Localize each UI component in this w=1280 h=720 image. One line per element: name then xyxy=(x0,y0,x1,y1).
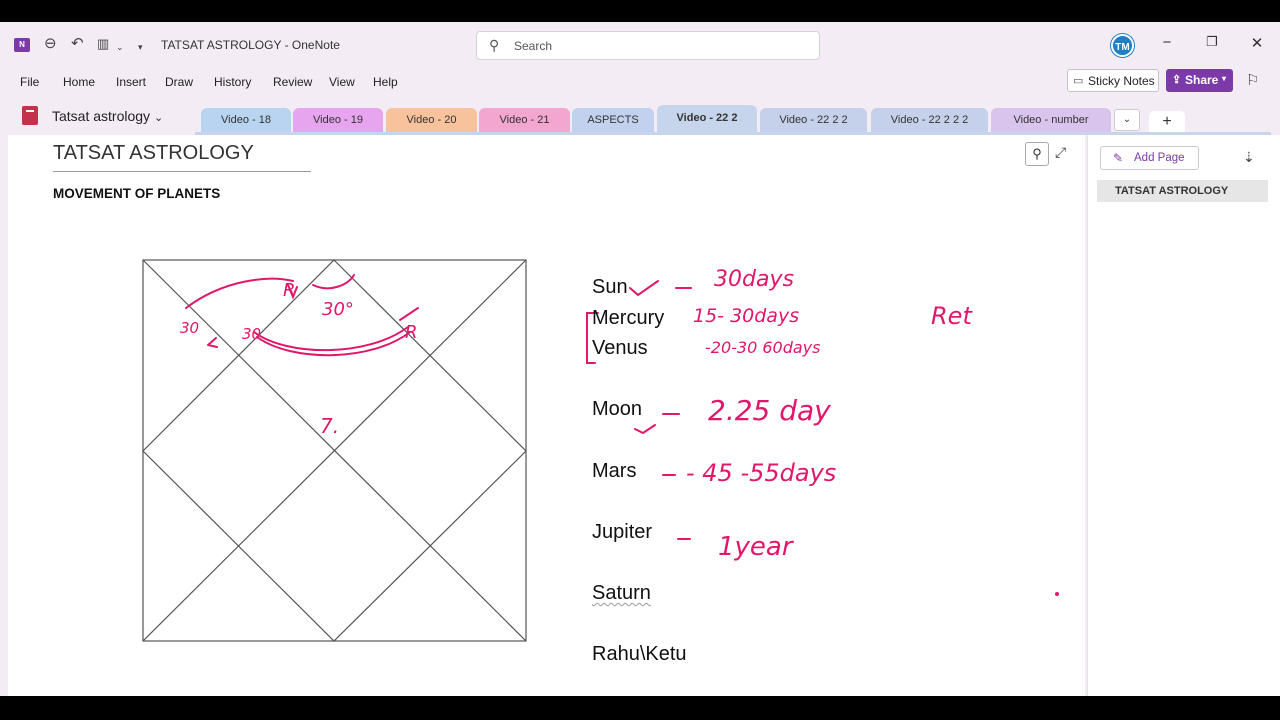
menu-help[interactable]: Help xyxy=(373,75,398,89)
section-tab-aspects[interactable]: ASPECTS xyxy=(572,108,654,132)
section-tab-video-21[interactable]: Video - 21 xyxy=(479,108,570,132)
ink-arc-top xyxy=(185,277,294,309)
menu-history[interactable]: History xyxy=(214,75,251,89)
section-list-dropdown-icon[interactable]: ⌄ xyxy=(1114,109,1140,131)
ink-tick-right xyxy=(399,307,419,321)
add-page-label: Add Page xyxy=(1134,152,1185,164)
add-section-button[interactable]: + xyxy=(1149,111,1185,133)
ink-dot xyxy=(1055,592,1059,596)
ink-chart-deg-1: 30 xyxy=(180,319,199,337)
page-canvas[interactable]: TATSAT ASTROLOGY MOVEMENT OF PLANETS ⚲ ⤢ xyxy=(8,135,1085,696)
share-label: Share xyxy=(1185,73,1219,87)
undo-icon[interactable]: ↶ xyxy=(71,34,84,54)
ink-venus-days: -20-30 60days xyxy=(705,338,820,357)
sticky-notes-label: Sticky Notes xyxy=(1088,74,1155,88)
sticky-note-icon: ▭ xyxy=(1073,75,1084,87)
ink-chart-r1: R xyxy=(283,280,296,301)
menu-draw[interactable]: Draw xyxy=(165,75,193,89)
pages-pane: ✎ Add Page ⇣ TATSAT ASTROLOGY xyxy=(1087,135,1280,696)
ink-check-moon xyxy=(634,424,656,435)
back-icon[interactable]: ⊖ xyxy=(44,34,57,54)
window-title: TATSAT ASTROLOGY - OneNote xyxy=(161,38,340,52)
planet-jupiter[interactable]: Jupiter xyxy=(592,521,652,544)
section-tab-video-22-2[interactable]: Video - 22 2 xyxy=(657,105,757,132)
notebook-icon xyxy=(22,106,38,125)
pens-dropdown-icon[interactable]: ⌄ xyxy=(116,37,124,57)
menu-home[interactable]: Home xyxy=(63,75,95,89)
ink-sun-days: 30days xyxy=(714,267,794,292)
ink-chart-deg-3: 30° xyxy=(322,299,354,320)
planet-rahu-ketu[interactable]: Rahu\Ketu xyxy=(592,643,687,666)
section-tab-video-19[interactable]: Video - 19 xyxy=(293,108,383,132)
planet-sun[interactable]: Sun xyxy=(592,276,628,299)
ink-arrow-left xyxy=(207,337,218,348)
planet-venus[interactable]: Venus xyxy=(592,337,648,360)
add-page-icon: ✎ xyxy=(1113,151,1124,165)
menu-insert[interactable]: Insert xyxy=(116,75,146,89)
search-icon: ⚲ xyxy=(489,37,500,53)
menu-view[interactable]: View xyxy=(329,75,355,89)
ink-moon-days: 2.25 day xyxy=(708,394,831,427)
planet-moon[interactable]: Moon xyxy=(592,398,642,421)
avatar[interactable]: TM xyxy=(1111,34,1134,57)
ink-mars-days: - 45 -55days xyxy=(686,459,836,487)
menu-review[interactable]: Review xyxy=(273,75,312,89)
menu-file[interactable]: File xyxy=(20,75,39,89)
search-placeholder: Search xyxy=(514,39,553,53)
close-icon[interactable]: ✕ xyxy=(1247,34,1267,52)
planet-saturn[interactable]: Saturn xyxy=(592,582,651,605)
chevron-down-icon: ⌄ xyxy=(153,112,164,124)
sticky-notes-button[interactable]: ▭ Sticky Notes xyxy=(1067,69,1159,92)
planet-mercury[interactable]: Mercury xyxy=(592,307,664,330)
minimize-icon[interactable]: − xyxy=(1157,34,1177,51)
share-icon: ⇪ xyxy=(1172,74,1182,86)
onenote-window: N ⊖ ↶ ▥ ⌄ ▾ TATSAT ASTROLOGY - OneNote ⚲… xyxy=(0,22,1280,696)
section-tab-video-22-2-2-2[interactable]: Video - 22 2 2 2 xyxy=(871,108,988,132)
ink-chart-deg-2: 30 xyxy=(242,325,261,343)
planet-mars[interactable]: Mars xyxy=(592,460,636,483)
ink-house-number: 7. xyxy=(320,414,339,438)
restore-icon[interactable]: ❐ xyxy=(1202,34,1222,50)
ink-mercury-days: 15- 30days xyxy=(693,305,799,327)
section-tab-video-22-2-2[interactable]: Video - 22 2 2 xyxy=(760,108,867,132)
page-list-item[interactable]: TATSAT ASTROLOGY xyxy=(1097,180,1268,202)
section-tab-video-18[interactable]: Video - 18 xyxy=(201,108,291,132)
feedback-icon[interactable]: ⚐ xyxy=(1246,71,1259,89)
title-bar: N ⊖ ↶ ▥ ⌄ ▾ TATSAT ASTROLOGY - OneNote ⚲… xyxy=(0,22,1280,68)
ink-arc-30 xyxy=(312,274,355,290)
share-button[interactable]: ⇪ Share ▾ xyxy=(1166,69,1233,92)
add-page-button[interactable]: ✎ Add Page xyxy=(1100,146,1199,170)
ink-layer: 30 30 30° R R 7. 30days 15- 30days -20-3… xyxy=(142,259,1059,642)
ink-check-sun xyxy=(629,280,659,297)
section-tab-video-20[interactable]: Video - 20 xyxy=(386,108,477,132)
qat-more-icon[interactable]: ▾ xyxy=(138,37,143,57)
ink-ret: Ret xyxy=(931,302,973,330)
share-dropdown-icon: ▾ xyxy=(1222,74,1227,83)
search-box[interactable]: ⚲ Search xyxy=(476,31,820,60)
onenote-logo-icon: N xyxy=(14,38,30,52)
section-tab-video-number[interactable]: Video - number xyxy=(991,108,1111,132)
notebook-name: Tatsat astrology ⌄ xyxy=(52,108,164,124)
pens-icon[interactable]: ▥ xyxy=(97,34,109,54)
ink-chart-r2: R xyxy=(405,322,418,343)
sort-icon[interactable]: ⇣ xyxy=(1243,149,1255,166)
ink-jupiter-days: 1year xyxy=(718,532,795,562)
